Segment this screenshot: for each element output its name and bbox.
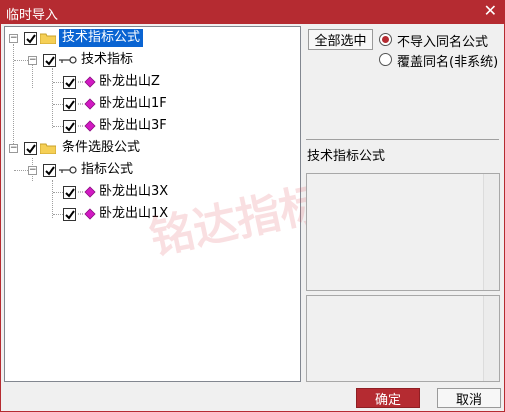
item-checkbox[interactable] xyxy=(63,76,76,89)
tree-connector xyxy=(53,192,63,193)
tree-group-label[interactable]: 条件选股公式 xyxy=(62,139,140,157)
tree-category-label[interactable]: 技术指标 xyxy=(81,51,133,69)
item-checkbox[interactable] xyxy=(63,98,76,111)
detail-pane[interactable] xyxy=(306,295,500,382)
key-icon xyxy=(59,166,77,174)
radio-no-import[interactable] xyxy=(379,33,392,46)
radio-no-import-label[interactable]: 不导入同名公式 xyxy=(397,31,488,50)
tree-item-node[interactable]: 卧龙出山1X xyxy=(5,205,295,223)
check-icon xyxy=(65,210,75,220)
tree-item-node[interactable]: 卧龙出山1F xyxy=(5,95,295,113)
description-pane[interactable] xyxy=(306,173,500,291)
tree-item-node[interactable]: 卧龙出山3X xyxy=(5,183,295,201)
formula-icon xyxy=(78,98,96,110)
check-icon xyxy=(65,188,75,198)
check-icon xyxy=(65,122,75,132)
close-icon[interactable]: ✕ xyxy=(484,1,497,21)
group-checkbox[interactable] xyxy=(24,32,37,45)
check-icon xyxy=(65,78,75,88)
check-icon xyxy=(26,144,36,154)
tree-item-label[interactable]: 卧龙出山3X xyxy=(99,183,168,201)
collapse-icon[interactable]: − xyxy=(9,144,18,153)
tree-connector xyxy=(53,126,63,127)
scrollbar[interactable] xyxy=(483,174,499,290)
check-icon xyxy=(45,166,55,176)
cancel-button[interactable]: 取消 xyxy=(437,388,501,408)
check-icon xyxy=(26,34,36,44)
collapse-icon[interactable]: − xyxy=(28,56,37,65)
radio-overwrite-label[interactable]: 覆盖同名(非系统) xyxy=(397,51,498,70)
check-icon xyxy=(45,56,55,66)
tree-category-node[interactable]: − 技术指标 xyxy=(5,51,295,69)
formula-icon xyxy=(78,208,96,220)
tree-connector xyxy=(14,60,28,61)
category-checkbox[interactable] xyxy=(43,54,56,67)
tree-category-label[interactable]: 指标公式 xyxy=(81,161,133,179)
formula-icon xyxy=(78,76,96,88)
tree-item-label[interactable]: 卧龙出山Z xyxy=(99,73,160,91)
item-checkbox[interactable] xyxy=(63,120,76,133)
formula-tree[interactable]: − 技术指标公式 − 技术指标 卧龙出山Z 卧龙出山1F 卧龙出山3F − 条件… xyxy=(4,26,301,382)
window-title: 临时导入 xyxy=(6,8,59,23)
tree-category-node[interactable]: − 指标公式 xyxy=(5,161,295,179)
tree-connector xyxy=(53,104,63,105)
tree-group-node[interactable]: − 条件选股公式 xyxy=(5,139,295,157)
radio-overwrite[interactable] xyxy=(379,53,392,66)
tree-connector xyxy=(53,82,63,83)
tree-item-node[interactable]: 卧龙出山Z xyxy=(5,73,295,91)
divider xyxy=(306,139,499,140)
tree-group-node[interactable]: − 技术指标公式 xyxy=(5,29,295,47)
folder-icon xyxy=(40,143,56,154)
tree-connector xyxy=(53,214,63,215)
ok-button[interactable]: 确定 xyxy=(356,388,420,408)
tree-group-label[interactable]: 技术指标公式 xyxy=(59,29,144,47)
tree-item-label[interactable]: 卧龙出山1F xyxy=(99,95,167,113)
category-checkbox[interactable] xyxy=(43,164,56,177)
item-checkbox[interactable] xyxy=(63,208,76,221)
check-icon xyxy=(65,100,75,110)
key-icon xyxy=(59,56,77,64)
item-checkbox[interactable] xyxy=(63,186,76,199)
collapse-icon[interactable]: − xyxy=(28,166,37,175)
collapse-icon[interactable]: − xyxy=(9,34,18,43)
formula-icon xyxy=(78,120,96,132)
tree-item-node[interactable]: 卧龙出山3F xyxy=(5,117,295,135)
tree-item-label[interactable]: 卧龙出山1X xyxy=(99,205,168,223)
folder-icon xyxy=(40,33,56,44)
tree-item-label[interactable]: 卧龙出山3F xyxy=(99,117,167,135)
group-checkbox[interactable] xyxy=(24,142,37,155)
info-section-title: 技术指标公式 xyxy=(307,149,386,164)
tree-connector xyxy=(14,170,28,171)
select-all-button[interactable]: 全部选中 xyxy=(308,29,373,50)
scrollbar[interactable] xyxy=(483,296,499,381)
title-bar: 临时导入 ✕ xyxy=(0,0,505,24)
formula-icon xyxy=(78,186,96,198)
